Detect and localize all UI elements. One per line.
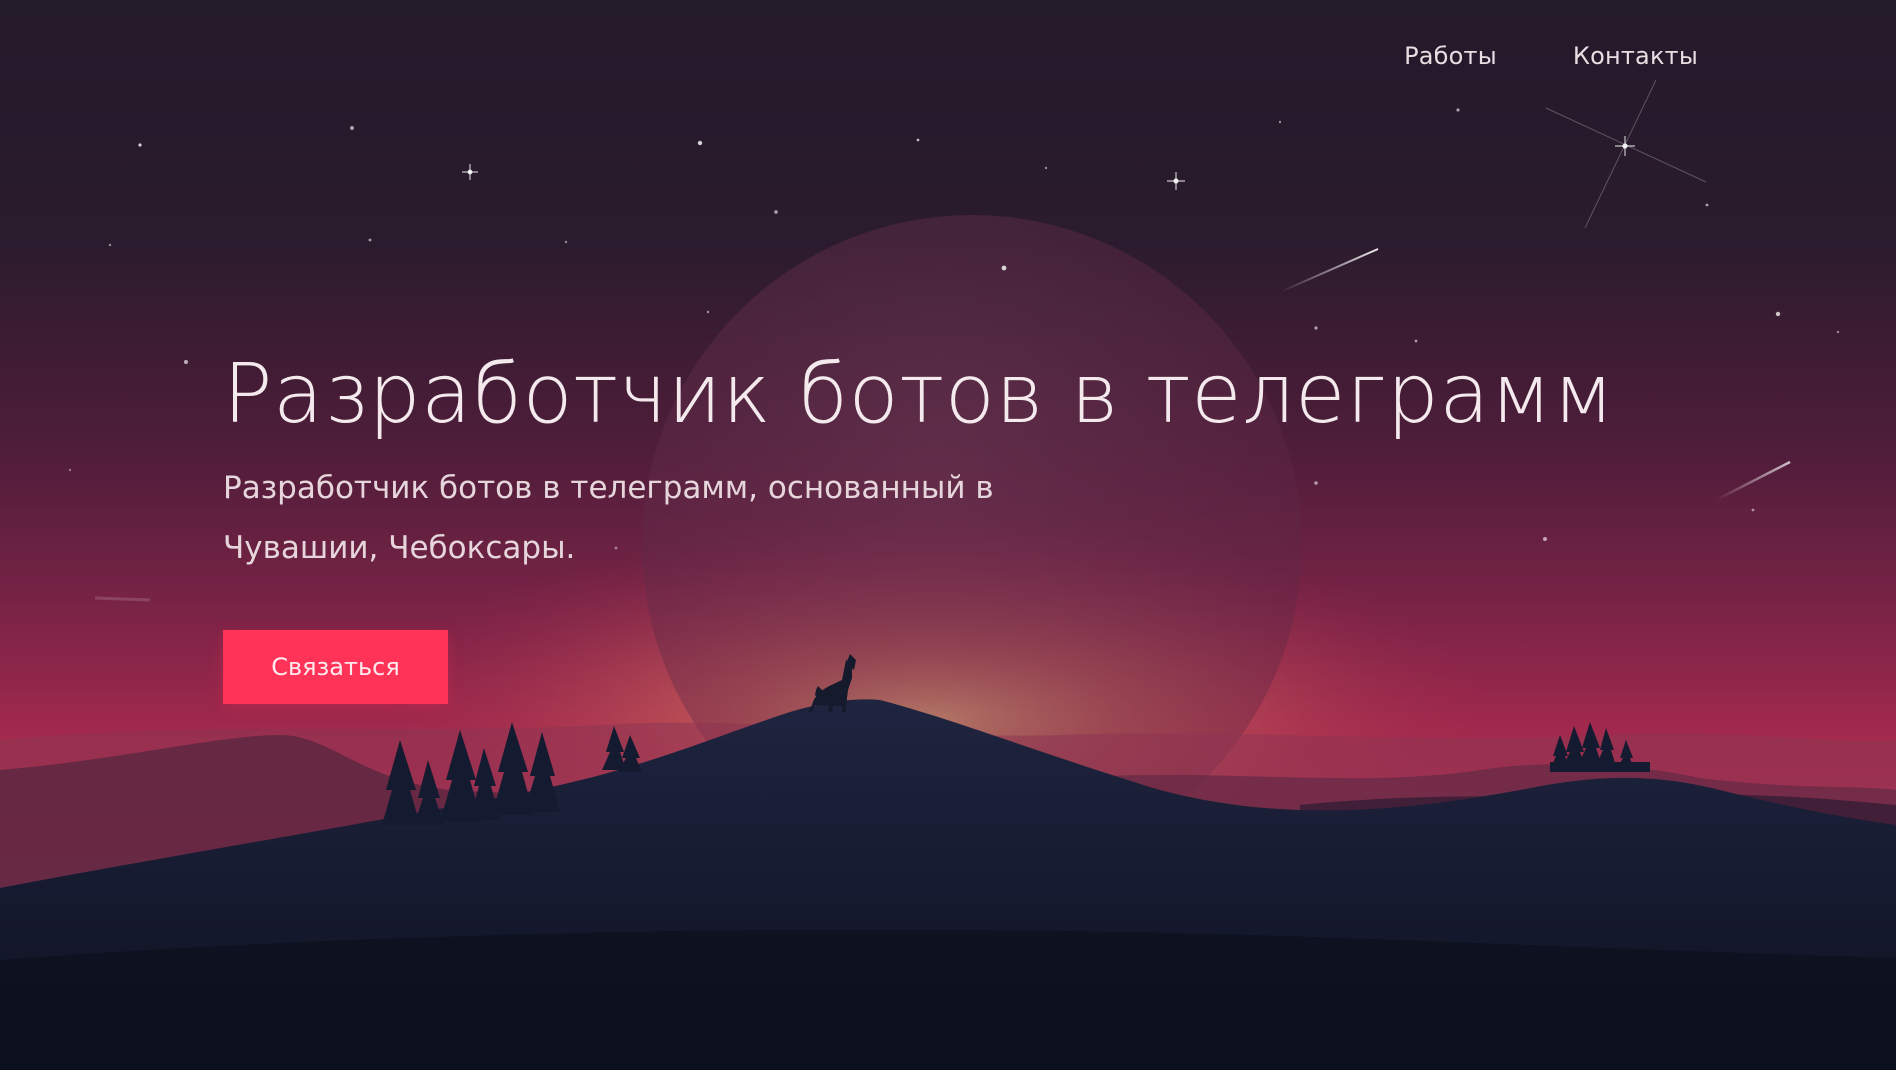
nav-link-contacts[interactable]: Контакты xyxy=(1573,42,1698,70)
contact-button[interactable]: Связаться xyxy=(223,630,448,704)
nav-link-works[interactable]: Работы xyxy=(1404,42,1497,70)
hero-section: Работы Контакты Разработчик ботов в теле… xyxy=(0,0,1896,1070)
top-navigation: Работы Контакты xyxy=(1404,42,1698,70)
hero-title: Разработчик ботов в телеграмм xyxy=(223,347,1615,442)
hero-content: Разработчик ботов в телеграмм Разработчи… xyxy=(223,347,1623,578)
hero-subtitle: Разработчик ботов в телеграмм, основанны… xyxy=(223,470,994,567)
